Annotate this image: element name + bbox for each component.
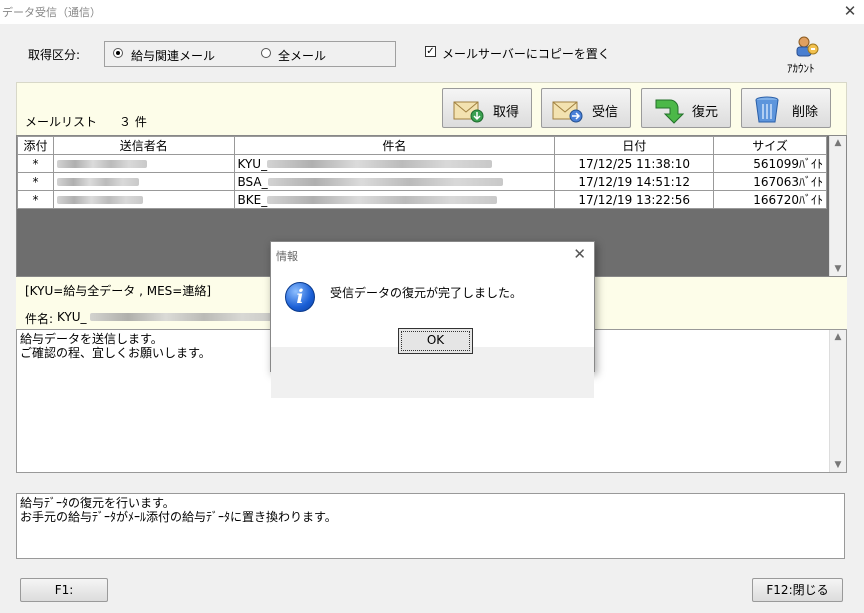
table-row[interactable]: * BKE_ 17/12/19 13:22:56 166720ﾊﾞｲﾄ xyxy=(17,190,827,209)
table-header-row: 添付 送信者名 件名 日付 サイズ xyxy=(17,136,827,155)
acquire-button-label: 取得 xyxy=(493,105,520,120)
subject-prefix: KYU_ xyxy=(237,156,268,171)
restore-arrow-icon xyxy=(655,99,684,124)
redacted-sender xyxy=(56,160,147,168)
cell-sender xyxy=(52,172,235,191)
f1-button[interactable]: F1: xyxy=(20,578,108,602)
cell-sender xyxy=(52,154,235,173)
acquire-button[interactable]: 取得 xyxy=(442,88,532,128)
column-header-size[interactable]: サイズ xyxy=(713,136,827,155)
radio-salary-mail[interactable] xyxy=(113,48,123,58)
dialog-body: i 受信データの復元が完了しました。 xyxy=(271,269,594,398)
redacted-sender xyxy=(56,196,143,204)
radio-salary-mail-label[interactable]: 給与関連メール xyxy=(131,47,215,64)
restore-button-label: 復元 xyxy=(692,105,719,120)
scroll-up-icon[interactable]: ▲ xyxy=(830,332,846,342)
title-bar: データ受信（通信） ✕ xyxy=(0,0,864,24)
cell-date: 17/12/19 13:22:56 xyxy=(554,190,715,209)
cell-size: 167063ﾊﾞｲﾄ xyxy=(713,172,827,191)
cell-attach: * xyxy=(17,190,54,209)
cell-date: 17/12/25 11:38:10 xyxy=(554,154,715,173)
cell-sender xyxy=(52,190,235,209)
subject-label: 件名: xyxy=(25,312,54,326)
cell-size: 561099ﾊﾞｲﾄ xyxy=(713,154,827,173)
redacted-subject xyxy=(267,178,503,186)
column-header-sender[interactable]: 送信者名 xyxy=(52,136,235,155)
window-title: データ受信（通信） xyxy=(2,6,101,19)
cell-subject: BSA_ xyxy=(233,172,556,191)
mail-receive-icon xyxy=(552,101,583,123)
redacted-subject xyxy=(267,160,493,168)
delete-button-label: 削除 xyxy=(792,105,819,120)
acquire-type-label: 取得区分: xyxy=(28,48,81,62)
close-f12-button[interactable]: F12:閉じる xyxy=(752,578,843,602)
cell-attach: * xyxy=(17,172,54,191)
column-header-attach[interactable]: 添付 xyxy=(17,136,54,155)
mail-list-count: ３ 件 xyxy=(119,115,147,129)
cell-attach: * xyxy=(17,154,54,173)
dialog-close-icon[interactable]: ✕ xyxy=(573,245,586,263)
column-header-subject[interactable]: 件名 xyxy=(233,136,556,155)
subject-value-prefix: KYU_ xyxy=(57,310,87,324)
column-header-date[interactable]: 日付 xyxy=(554,136,715,155)
mail-table: 添付 送信者名 件名 日付 サイズ * KYU_ 17/12/25 11:38:… xyxy=(17,136,827,209)
radio-all-mail-label[interactable]: 全メール xyxy=(278,47,326,64)
receive-button-label: 受信 xyxy=(592,105,619,120)
redacted-subject-value xyxy=(90,313,280,321)
dialog-button-area xyxy=(271,347,594,398)
message-scrollbar[interactable]: ▲ ▼ xyxy=(829,330,846,472)
scroll-up-icon[interactable]: ▲ xyxy=(830,138,846,148)
scroll-down-icon[interactable]: ▼ xyxy=(830,264,846,274)
status-message: 給与ﾃﾞｰﾀの復元を行います。 お手元の給与ﾃﾞｰﾀがﾒｰﾙ添付の給与ﾃﾞｰﾀに… xyxy=(16,493,845,559)
table-row[interactable]: * BSA_ 17/12/19 14:51:12 167063ﾊﾞｲﾄ xyxy=(17,172,827,191)
subject-prefix: BSA_ xyxy=(237,174,268,189)
subject-prefix: BKE_ xyxy=(237,192,268,207)
window-close-icon[interactable]: ✕ xyxy=(842,2,858,20)
cell-subject: KYU_ xyxy=(233,154,556,173)
table-row[interactable]: * KYU_ 17/12/25 11:38:10 561099ﾊﾞｲﾄ xyxy=(17,154,827,173)
cell-date: 17/12/19 14:51:12 xyxy=(554,172,715,191)
info-dialog: 情報 ✕ i 受信データの復元が完了しました。 OK xyxy=(270,241,595,398)
receive-button[interactable]: 受信 xyxy=(541,88,631,128)
code-legend: [KYU=給与全データ , MES=連絡] xyxy=(25,284,212,298)
scroll-down-icon[interactable]: ▼ xyxy=(830,460,846,470)
cell-size: 166720ﾊﾞｲﾄ xyxy=(713,190,827,209)
radio-all-mail[interactable] xyxy=(261,48,271,58)
mail-download-icon xyxy=(453,101,484,123)
account-icon[interactable] xyxy=(794,34,820,58)
cell-subject: BKE_ xyxy=(233,190,556,209)
acquire-type-group: 給与関連メール 全メール xyxy=(104,41,396,67)
redacted-subject xyxy=(267,196,498,204)
account-label[interactable]: ｱｶｳﾝﾄ xyxy=(787,60,815,76)
mail-list-label: メールリスト xyxy=(25,115,98,129)
trash-icon xyxy=(755,96,779,123)
grid-scrollbar[interactable]: ▲ ▼ xyxy=(829,136,846,276)
redacted-sender xyxy=(56,178,139,186)
dialog-title: 情報 xyxy=(276,250,298,263)
dialog-message: 受信データの復元が完了しました。 xyxy=(330,286,523,300)
info-icon: i xyxy=(285,282,315,312)
restore-button[interactable]: 復元 xyxy=(641,88,731,128)
copy-to-server-label[interactable]: メールサーバーにコピーを置く xyxy=(442,45,610,62)
ok-button[interactable]: OK xyxy=(398,328,473,354)
delete-button[interactable]: 削除 xyxy=(741,88,831,128)
copy-to-server-checkbox[interactable]: ✓ xyxy=(425,46,436,57)
